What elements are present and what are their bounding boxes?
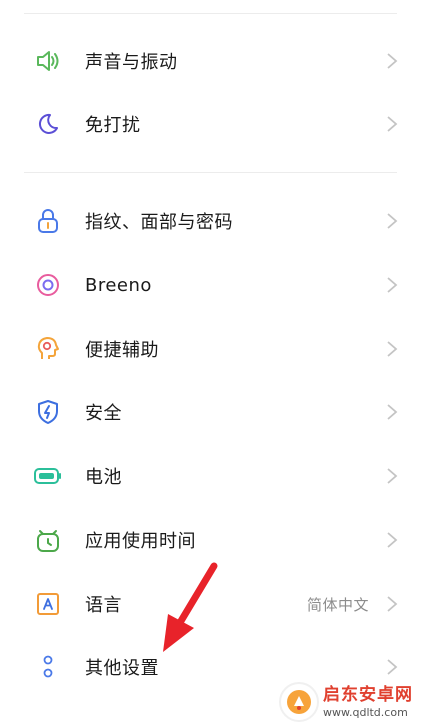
- watermark: 启东安卓网 www.qdltd.com: [279, 682, 415, 722]
- language-value: 简体中文: [306, 595, 369, 614]
- settings-item-breeno[interactable]: Breeno: [0, 253, 421, 317]
- settings-item-label: 安全: [85, 403, 122, 424]
- shield-icon: [34, 398, 62, 426]
- settings-item-label: 电池: [85, 467, 122, 488]
- chevron-right-icon: [387, 596, 398, 612]
- dots-icon: [34, 653, 62, 681]
- settings-item-do-not-disturb[interactable]: 免打扰: [0, 92, 421, 156]
- settings-item-sound-vibration[interactable]: 声音与振动: [0, 29, 421, 93]
- speaker-icon: [34, 47, 62, 75]
- clock-timer-icon: [34, 526, 62, 554]
- settings-item-label: 指纹、面部与密码: [85, 212, 233, 233]
- settings-item-app-usage-time[interactable]: 应用使用时间: [0, 508, 421, 572]
- settings-item-label: 应用使用时间: [85, 531, 196, 552]
- chevron-right-icon: [387, 277, 398, 293]
- settings-item-battery[interactable]: 电池: [0, 444, 421, 508]
- chevron-right-icon: [387, 213, 398, 229]
- language-a-icon: [34, 590, 62, 618]
- settings-screen: 声音与振动 免打扰 指纹、面部与密码 Breeno 便捷辅助 安全 电池 应用使…: [0, 0, 421, 726]
- divider: [24, 13, 397, 14]
- battery-icon: [34, 462, 62, 490]
- settings-item-language[interactable]: 语言 简体中文: [0, 572, 421, 636]
- watermark-url: www.qdltd.com: [323, 705, 408, 719]
- chevron-right-icon: [387, 116, 398, 132]
- chevron-right-icon: [387, 532, 398, 548]
- settings-item-label: 其他设置: [85, 658, 159, 679]
- chevron-right-icon: [387, 659, 398, 675]
- watermark-logo-icon: [279, 682, 319, 722]
- settings-item-label: 便捷辅助: [85, 340, 159, 361]
- settings-item-label: 免打扰: [85, 115, 141, 136]
- lock-icon: [34, 207, 62, 235]
- chevron-right-icon: [387, 341, 398, 357]
- chevron-right-icon: [387, 53, 398, 69]
- settings-item-fingerprint-face-password[interactable]: 指纹、面部与密码: [0, 189, 421, 253]
- divider: [24, 172, 397, 173]
- settings-item-accessibility[interactable]: 便捷辅助: [0, 317, 421, 381]
- watermark-title: 启东安卓网: [323, 684, 413, 705]
- moon-icon: [34, 110, 62, 138]
- settings-item-label: 声音与振动: [85, 52, 178, 73]
- chevron-right-icon: [387, 468, 398, 484]
- settings-item-label: Breeno: [85, 274, 152, 296]
- head-profile-icon: [34, 335, 62, 363]
- chevron-right-icon: [387, 404, 398, 420]
- settings-item-label: 语言: [85, 595, 122, 616]
- settings-item-security[interactable]: 安全: [0, 380, 421, 444]
- breeno-ring-icon: [34, 271, 62, 299]
